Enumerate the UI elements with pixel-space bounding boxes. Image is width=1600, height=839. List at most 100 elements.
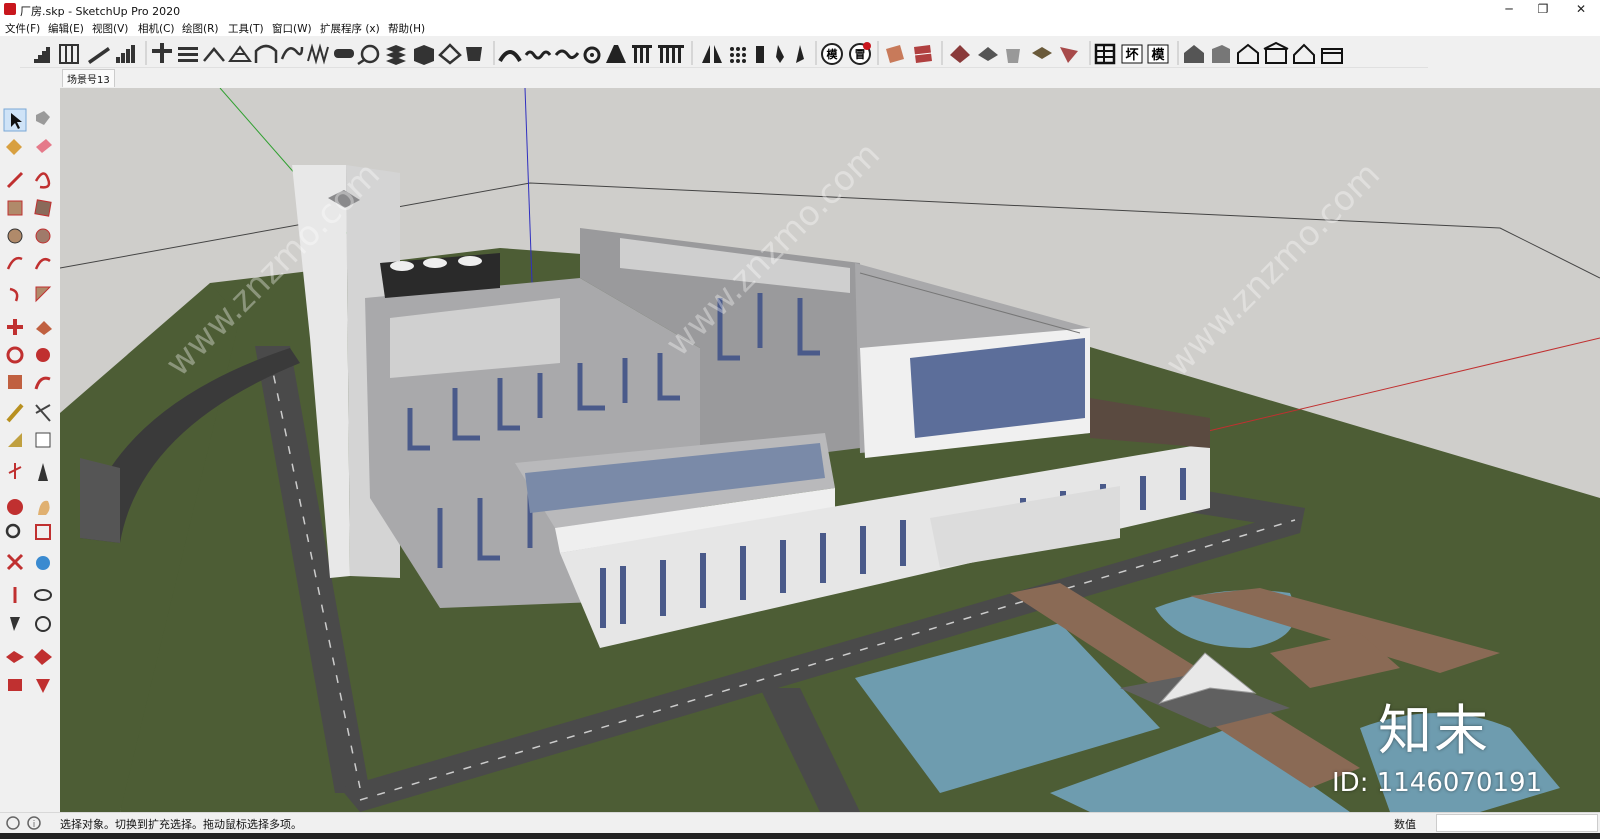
orbit-tool[interactable]: [7, 499, 23, 515]
truss-icon[interactable]: [228, 45, 252, 62]
menu-extensions[interactable]: 扩展程序 (x): [320, 21, 380, 36]
paint-icon[interactable]: [756, 46, 764, 63]
menu-edit[interactable]: 编辑(E): [48, 21, 84, 36]
3d-text-tool[interactable]: [38, 463, 48, 481]
tape-measure-tool[interactable]: [6, 403, 24, 423]
circle-tool[interactable]: [7, 228, 23, 244]
spring-icon[interactable]: [307, 43, 329, 65]
component-icon[interactable]: [776, 45, 784, 63]
paint-bucket-tool[interactable]: [6, 139, 22, 155]
columns-icon[interactable]: [606, 45, 626, 63]
section-plane-tool[interactable]: [35, 616, 51, 632]
minimize-button[interactable]: ─: [1492, 0, 1526, 19]
rebar-icon[interactable]: [178, 47, 198, 62]
axes-tool[interactable]: [8, 463, 22, 479]
stairs-icon[interactable]: [34, 47, 50, 63]
zoom-extents-tool[interactable]: [6, 553, 24, 571]
menu-camera[interactable]: 相机(C): [138, 21, 175, 36]
protractor-tool[interactable]: [8, 433, 22, 447]
shop-icon[interactable]: [1263, 41, 1289, 64]
scale-tool[interactable]: [8, 375, 22, 389]
terrain-icon[interactable]: [950, 45, 970, 63]
table-icon[interactable]: [1094, 43, 1116, 65]
pan-tool[interactable]: [38, 500, 50, 515]
scene-tab-13[interactable]: 场景号13: [62, 69, 115, 87]
spiral-icon[interactable]: [554, 49, 580, 60]
move-tool[interactable]: [7, 319, 23, 335]
sphere-icon[interactable]: [357, 44, 380, 66]
zoom-window-tool[interactable]: [35, 524, 51, 540]
dimension-tool[interactable]: [35, 404, 51, 422]
menu-view[interactable]: 视图(V): [92, 21, 128, 36]
door-icon[interactable]: [702, 45, 722, 63]
pipe-icon[interactable]: [334, 49, 354, 58]
3d-viewport[interactable]: www.znzmo.com www.znzmo.com www.znzmo.co…: [60, 88, 1600, 812]
roof-icon[interactable]: [203, 47, 225, 62]
cup-icon[interactable]: [466, 47, 482, 61]
mirror-icon[interactable]: [632, 45, 652, 63]
arch-icon[interactable]: [254, 44, 278, 63]
arc-icon[interactable]: [498, 50, 522, 63]
geo-location-icon[interactable]: [6, 816, 20, 830]
warehouse-icon[interactable]: [1321, 48, 1343, 64]
cup-2-icon[interactable]: [1006, 49, 1020, 63]
pencil-tool[interactable]: [6, 171, 24, 189]
menu-file[interactable]: 文件(F): [5, 21, 40, 36]
offset-tool[interactable]: [34, 376, 51, 390]
freehand-tool[interactable]: [34, 172, 51, 189]
previous-view-tool[interactable]: [36, 556, 50, 570]
measurements-label: 数值: [1394, 818, 1416, 831]
eraser-tool[interactable]: [36, 139, 52, 153]
home-icon[interactable]: [1237, 43, 1259, 64]
ramp-icon[interactable]: [88, 47, 110, 64]
extension-tool[interactable]: [34, 649, 52, 665]
rectangle-tool[interactable]: [7, 200, 23, 216]
sandbox-icon[interactable]: [978, 47, 998, 61]
box-icon[interactable]: [414, 45, 434, 65]
plugin-badge-icon[interactable]: [796, 45, 804, 63]
arc-tool[interactable]: [6, 256, 23, 270]
svg-text:i: i: [33, 820, 36, 830]
house-2-icon[interactable]: [1212, 45, 1230, 63]
left-toolbar: [0, 103, 60, 703]
two-point-arc-tool[interactable]: [34, 258, 51, 270]
send-tool[interactable]: [8, 679, 22, 691]
steps-icon[interactable]: [116, 45, 135, 63]
material-icon[interactable]: [913, 45, 933, 63]
ruby-tool[interactable]: [36, 679, 50, 693]
zoom-tool[interactable]: [5, 523, 21, 539]
three-point-arc-tool[interactable]: [9, 287, 19, 302]
menu-help[interactable]: 帮助(H): [388, 21, 425, 36]
curve-icon[interactable]: [280, 46, 304, 60]
brush-icon[interactable]: [730, 47, 746, 63]
stairs-2-icon[interactable]: [583, 46, 601, 64]
menu-tools[interactable]: 工具(T): [228, 21, 264, 36]
polygon-tool[interactable]: [35, 228, 51, 244]
component-tool[interactable]: [36, 111, 50, 125]
menu-draw[interactable]: 绘图(R): [182, 21, 219, 36]
menu-window[interactable]: 窗口(W): [272, 21, 312, 36]
warehouse-tool[interactable]: [6, 651, 24, 663]
grid-icon[interactable]: [658, 45, 684, 63]
stack-icon[interactable]: [386, 45, 406, 65]
look-around-tool[interactable]: [34, 589, 52, 601]
roof-house-icon[interactable]: [1293, 43, 1315, 64]
measurements-input[interactable]: [1436, 814, 1598, 832]
text-tool[interactable]: [35, 432, 51, 448]
beam-icon[interactable]: [152, 43, 172, 63]
push-pull-tool[interactable]: [36, 321, 52, 335]
wave-icon[interactable]: [524, 50, 552, 60]
texture-icon[interactable]: [886, 45, 904, 63]
pie-tool[interactable]: [35, 286, 52, 303]
restore-button[interactable]: ❐: [1526, 0, 1560, 19]
follow-me-tool[interactable]: [36, 348, 50, 362]
shape-icon[interactable]: [1060, 47, 1078, 63]
rotate-tool[interactable]: [6, 346, 24, 364]
house-tool-icon[interactable]: [438, 43, 462, 65]
tile-icon[interactable]: [1032, 47, 1052, 59]
walk-tool[interactable]: [10, 617, 20, 631]
rotated-rectangle-tool[interactable]: [34, 199, 52, 217]
railing-icon[interactable]: [59, 44, 79, 64]
close-button[interactable]: ✕: [1564, 0, 1598, 19]
house-1-icon[interactable]: [1184, 45, 1204, 63]
